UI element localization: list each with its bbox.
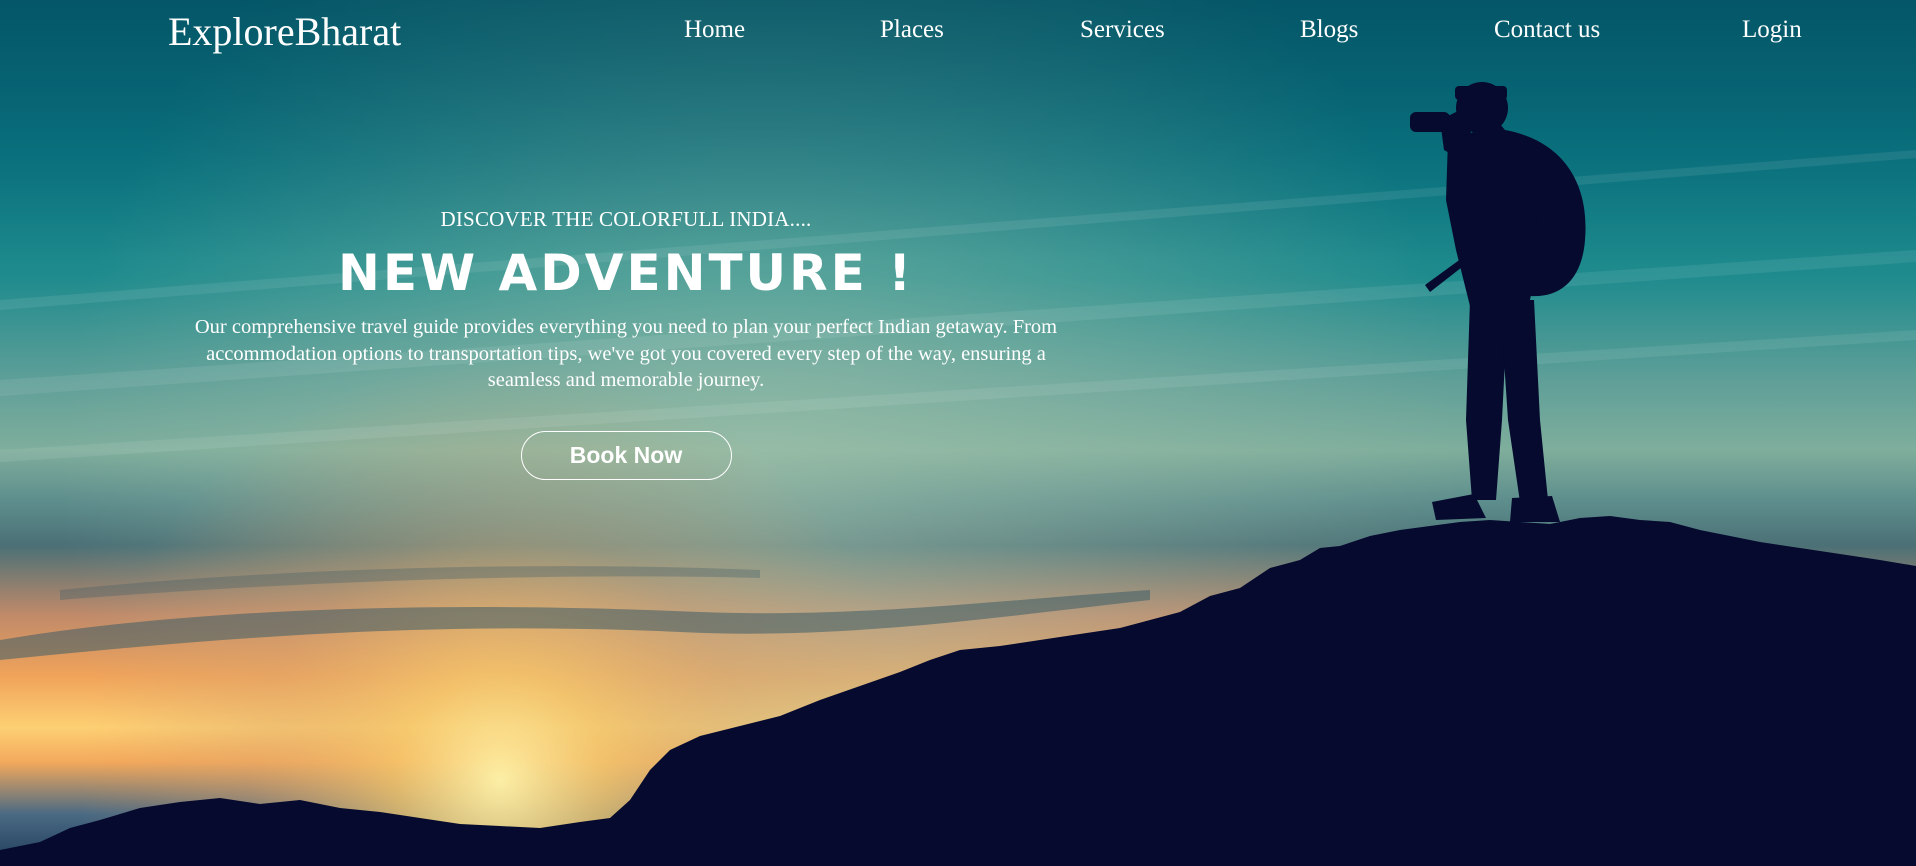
hero-content: DISCOVER THE COLORFULL INDIA.... NEW ADV… [170, 200, 1082, 480]
top-navigation-bar: ExploreBharat Home Places Services Blogs… [0, 0, 1916, 62]
nav-link-services[interactable]: Services [1080, 14, 1165, 46]
hero-eyebrow-text: DISCOVER THE COLORFULL INDIA.... [440, 207, 812, 231]
nav-link-places[interactable]: Places [880, 14, 944, 46]
brand-logo[interactable]: ExploreBharat [168, 8, 401, 56]
nav-link-home[interactable]: Home [684, 14, 745, 46]
nav-link-contact-us[interactable]: Contact us [1494, 14, 1600, 46]
nav-link-login[interactable]: Login [1742, 14, 1802, 46]
book-now-button[interactable]: Book Now [520, 430, 732, 480]
nav-link-blogs[interactable]: Blogs [1300, 14, 1358, 46]
hero-description: Our comprehensive travel guide provides … [194, 316, 1058, 391]
hero-headline: NEW ADVENTURE ! [337, 244, 915, 302]
hero-section: ExploreBharat Home Places Services Blogs… [0, 0, 1916, 866]
